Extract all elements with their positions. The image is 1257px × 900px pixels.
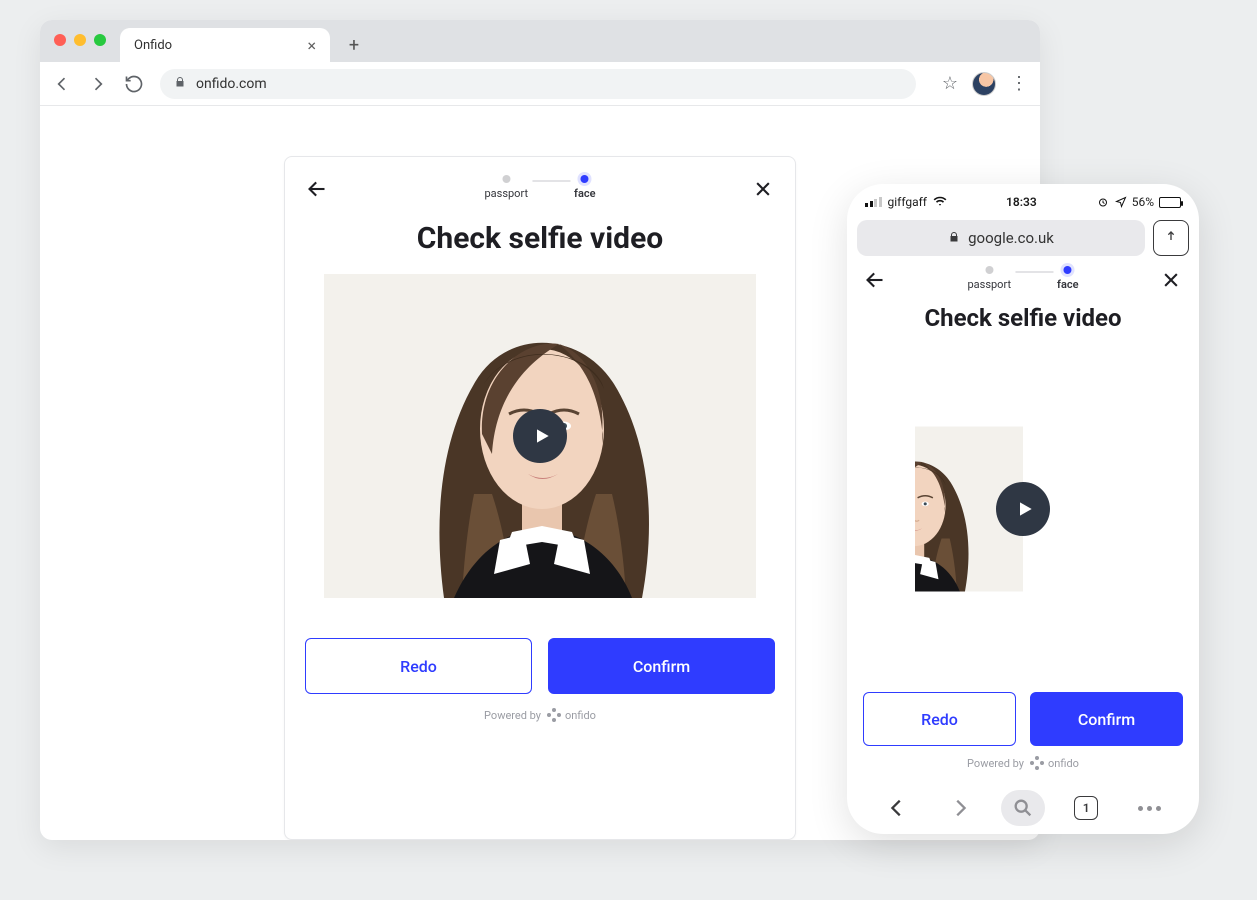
profile-avatar[interactable] [972, 72, 996, 96]
action-buttons: Redo Confirm [305, 638, 775, 694]
redo-button[interactable]: Redo [863, 692, 1016, 746]
status-bar: giffgaff 18:33 56% [847, 190, 1199, 214]
redo-button[interactable]: Redo [305, 638, 532, 694]
tab-close-icon[interactable]: × [307, 36, 316, 55]
step-connector [1015, 271, 1053, 273]
selfie-check-card: passport face Check selfie video [284, 156, 796, 840]
onfido-logo: onfido [1030, 756, 1079, 770]
step-dot-face [581, 175, 589, 183]
lock-icon [174, 76, 186, 91]
mobile-content: passport face Check selfie video Redo Co… [847, 256, 1199, 770]
mobile-device: giffgaff 18:33 56% google.co.uk [847, 184, 1199, 834]
url-text: onfido.com [196, 76, 267, 92]
selfie-video-preview [915, 344, 1131, 674]
forward-icon[interactable] [88, 74, 108, 94]
action-buttons: Redo Confirm [863, 692, 1183, 746]
powered-by-text: Powered by [967, 757, 1024, 770]
battery-pct: 56% [1132, 195, 1154, 209]
step-label-face: face [1057, 278, 1078, 291]
tab-title: Onfido [134, 38, 172, 53]
step-label-face: face [574, 187, 595, 200]
step-dot-passport [502, 175, 510, 183]
browser-tab[interactable]: Onfido × [120, 28, 330, 62]
close-button[interactable] [751, 177, 775, 201]
url-input[interactable]: onfido.com [160, 69, 916, 99]
step-indicator: passport face [967, 266, 1078, 291]
wifi-icon [933, 194, 947, 211]
card-title: Check selfie video [305, 221, 775, 256]
powered-by-text: Powered by [484, 709, 541, 722]
selfie-video-preview [324, 274, 756, 598]
play-button[interactable] [996, 482, 1050, 536]
address-bar: onfido.com ☆ ⋮ [40, 62, 1040, 106]
reload-icon[interactable] [124, 74, 144, 94]
close-button[interactable] [1159, 268, 1183, 292]
signal-icon [865, 197, 882, 207]
mobile-url-text: google.co.uk [968, 229, 1054, 247]
step-label-passport: passport [967, 278, 1011, 291]
powered-by: Powered by onfido [863, 756, 1183, 770]
card-title: Check selfie video [863, 304, 1183, 332]
play-button[interactable] [513, 409, 567, 463]
more-icon[interactable] [1127, 790, 1171, 826]
window-maximize-icon[interactable] [94, 34, 106, 46]
nav-back-icon[interactable] [875, 790, 919, 826]
tab-strip: Onfido × + [40, 20, 1040, 62]
back-button[interactable] [863, 268, 887, 292]
onfido-logo: onfido [547, 708, 596, 722]
confirm-button[interactable]: Confirm [1030, 692, 1183, 746]
new-tab-button[interactable]: + [340, 31, 368, 59]
nav-forward-icon[interactable] [938, 790, 982, 826]
brand-text: onfido [565, 709, 596, 722]
tab-count: 1 [1074, 796, 1098, 820]
lock-icon [948, 231, 960, 246]
address-bar-actions: ☆ ⋮ [942, 72, 1028, 96]
step-indicator: passport face [484, 175, 595, 200]
location-icon [1115, 196, 1127, 208]
back-icon[interactable] [52, 74, 72, 94]
window-close-icon[interactable] [54, 34, 66, 46]
window-minimize-icon[interactable] [74, 34, 86, 46]
back-button[interactable] [305, 177, 329, 201]
share-button[interactable] [1153, 220, 1189, 256]
step-dot-passport [985, 266, 993, 274]
step-dot-face [1064, 266, 1072, 274]
search-button[interactable] [1001, 790, 1045, 826]
safari-bottom-toolbar: 1 [847, 782, 1199, 834]
alarm-icon [1096, 196, 1110, 208]
mobile-url-input[interactable]: google.co.uk [857, 220, 1145, 256]
step-label-passport: passport [484, 187, 528, 200]
clock: 18:33 [1006, 195, 1037, 209]
tabs-button[interactable]: 1 [1064, 790, 1108, 826]
safari-url-bar: google.co.uk [857, 220, 1189, 256]
step-connector [532, 180, 570, 182]
window-controls [54, 34, 106, 46]
brand-text: onfido [1048, 757, 1079, 770]
menu-icon[interactable]: ⋮ [1010, 73, 1028, 94]
confirm-button[interactable]: Confirm [548, 638, 775, 694]
powered-by: Powered by onfido [305, 708, 775, 722]
bookmark-icon[interactable]: ☆ [942, 73, 958, 94]
battery-icon [1159, 197, 1181, 208]
carrier-label: giffgaff [888, 195, 927, 209]
